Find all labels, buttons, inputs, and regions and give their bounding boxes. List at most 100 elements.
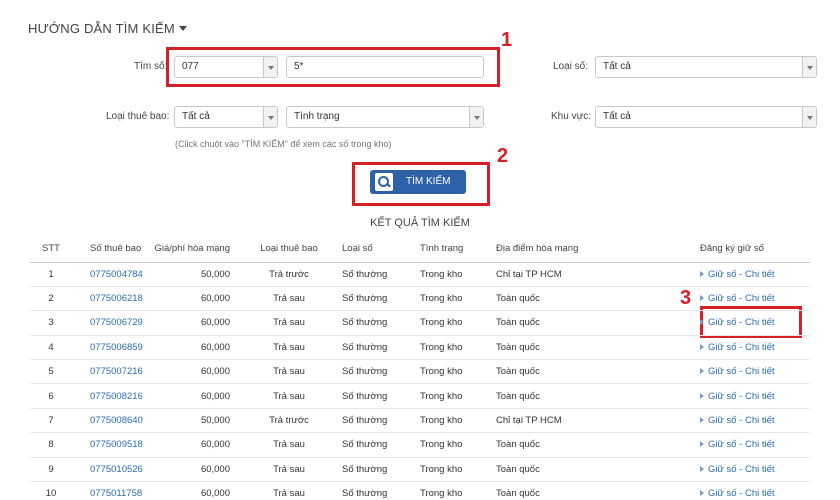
fee-cell: 60,000	[144, 432, 244, 458]
giu-so-chi-tiet-label: Giữ số - Chi tiết	[708, 317, 775, 329]
status-cell: Trong kho	[412, 286, 492, 312]
status-cell: Trong kho	[412, 335, 492, 361]
status-cell: Trong kho	[412, 310, 492, 336]
table-row: 9 0775010526 60,000 Trả sau Số thường Trong k…	[30, 457, 810, 483]
search-guide-toggle[interactable]: HƯỚNG DẪN TÌM KIẾM	[28, 21, 187, 36]
register-link: Giữ số - Chi tiết	[642, 262, 810, 287]
triangle-right-icon	[700, 417, 704, 424]
number-kind-cell: Số thường	[334, 457, 412, 483]
subscriber-type-cell: Trả sau	[244, 335, 334, 361]
triangle-right-icon	[700, 343, 704, 350]
phone-number-link[interactable]: 0775008640	[72, 408, 144, 434]
results-table: STT Số thuê bao Giá/phí hòa mạng Loại th…	[30, 236, 810, 500]
subscriber-type-cell: Trả sau	[244, 457, 334, 483]
khu-vuc-label: Khu vực:	[551, 111, 592, 122]
number-kind-cell: Số thường	[334, 481, 412, 500]
status-cell: Trong kho	[412, 457, 492, 483]
giu-so-chi-tiet-link[interactable]: Giữ số - Chi tiết	[700, 391, 775, 402]
triangle-right-icon	[700, 392, 704, 399]
status-cell: Trong kho	[412, 383, 492, 409]
giu-so-chi-tiet-link[interactable]: Giữ số - Chi tiết	[700, 269, 775, 280]
location-cell: Toàn quốc	[492, 481, 642, 500]
giu-so-chi-tiet-link[interactable]: Giữ số - Chi tiết	[700, 317, 775, 328]
annotation-box-1	[166, 47, 500, 87]
header-gia-phi: Giá/phí hòa mạng	[144, 236, 244, 263]
subscriber-type-cell: Trả sau	[244, 432, 334, 458]
fee-cell: 60,000	[144, 383, 244, 409]
subscriber-type-cell: Trả trước	[244, 408, 334, 434]
header-dang-ky: Đăng ký giữ số	[642, 236, 810, 263]
phone-number-link[interactable]: 0775009518	[72, 432, 144, 458]
giu-so-chi-tiet-link[interactable]: Giữ số - Chi tiết	[700, 464, 775, 475]
stt-cell: 1	[30, 262, 72, 287]
chevron-down-icon	[263, 107, 277, 127]
giu-so-chi-tiet-link[interactable]: Giữ số - Chi tiết	[700, 293, 775, 304]
subscriber-type-cell: Trả sau	[244, 481, 334, 500]
giu-so-chi-tiet-label: Giữ số - Chi tiết	[708, 341, 775, 353]
register-link: Giữ số - Chi tiết	[642, 481, 810, 500]
number-kind-cell: Số thường	[334, 286, 412, 312]
stt-cell: 4	[30, 335, 72, 361]
giu-so-chi-tiet-link[interactable]: Giữ số - Chi tiết	[700, 415, 775, 426]
table-row: 5 0775007216 60,000 Trả sau Số thường Trong k…	[30, 359, 810, 385]
table-row: 10 0775011758 60,000 Trả sau Số thường Trong …	[30, 481, 810, 500]
fee-cell: 50,000	[144, 408, 244, 434]
header-stt: STT	[30, 236, 72, 263]
loai-so-select[interactable]: Tất cả	[595, 56, 817, 78]
table-row: 3 0775006729 60,000 Trả sau Số thường Trong k…	[30, 310, 810, 336]
status-cell: Trong kho	[412, 432, 492, 458]
khu-vuc-value: Tất cả	[603, 111, 631, 122]
giu-so-chi-tiet-label: Giữ số - Chi tiết	[708, 488, 775, 500]
giu-so-chi-tiet-link[interactable]: Giữ số - Chi tiết	[700, 439, 775, 450]
phone-number-link[interactable]: 0775006218	[72, 286, 144, 312]
giu-so-chi-tiet-label: Giữ số - Chi tiết	[708, 268, 775, 280]
tinh-trang-select[interactable]: Tình trạng	[286, 106, 484, 128]
phone-number-link[interactable]: 0775011758	[72, 481, 144, 500]
number-kind-cell: Số thường	[334, 335, 412, 361]
table-header-row: STT Số thuê bao Giá/phí hòa mạng Loại th…	[30, 236, 810, 263]
status-cell: Trong kho	[412, 481, 492, 500]
header-dia-diem: Địa điểm hòa mạng	[492, 236, 642, 263]
location-cell: Toàn quốc	[492, 432, 642, 458]
number-kind-cell: Số thường	[334, 262, 412, 287]
number-kind-cell: Số thường	[334, 359, 412, 385]
results-title: KẾT QUẢ TÌM KIẾM	[370, 217, 470, 229]
fee-cell: 60,000	[144, 359, 244, 385]
giu-so-chi-tiet-link[interactable]: Giữ số - Chi tiết	[700, 366, 775, 377]
phone-number-link[interactable]: 0775004784	[72, 262, 144, 287]
register-link: Giữ số - Chi tiết	[642, 310, 810, 336]
subscriber-type-cell: Trả trước	[244, 262, 334, 287]
fee-cell: 60,000	[144, 457, 244, 483]
search-guide-label: HƯỚNG DẪN TÌM KIẾM	[28, 21, 175, 36]
giu-so-chi-tiet-label: Giữ số - Chi tiết	[708, 366, 775, 378]
triangle-right-icon	[700, 441, 704, 448]
phone-number-link[interactable]: 0775010526	[72, 457, 144, 483]
loai-so-value: Tất cả	[603, 61, 631, 72]
header-loai-so: Loại số	[334, 236, 412, 263]
phone-number-link[interactable]: 0775008216	[72, 383, 144, 409]
triangle-right-icon	[700, 465, 704, 472]
phone-number-link[interactable]: 0775006859	[72, 335, 144, 361]
location-cell: Toàn quốc	[492, 286, 642, 312]
location-cell: Chỉ tại TP HCM	[492, 408, 642, 434]
location-cell: Toàn quốc	[492, 383, 642, 409]
loai-thue-bao-select[interactable]: Tất cả	[174, 106, 278, 128]
loai-so-label: Loại số:	[553, 61, 589, 72]
triangle-right-icon	[700, 270, 704, 277]
subscriber-type-cell: Trả sau	[244, 359, 334, 385]
giu-so-chi-tiet-link[interactable]: Giữ số - Chi tiết	[700, 488, 775, 499]
phone-number-link[interactable]: 0775006729	[72, 310, 144, 336]
fee-cell: 60,000	[144, 310, 244, 336]
stt-cell: 6	[30, 383, 72, 409]
chevron-down-icon	[802, 107, 816, 127]
khu-vuc-select[interactable]: Tất cả	[595, 106, 817, 128]
annotation-number-1: 1	[501, 29, 513, 51]
subscriber-type-cell: Trả sau	[244, 286, 334, 312]
fee-cell: 60,000	[144, 481, 244, 500]
tim-so-label: Tìm số:	[134, 61, 168, 72]
phone-number-link[interactable]: 0775007216	[72, 359, 144, 385]
fee-cell: 60,000	[144, 286, 244, 312]
register-link: Giữ số - Chi tiết	[642, 335, 810, 361]
subscriber-type-cell: Trả sau	[244, 310, 334, 336]
giu-so-chi-tiet-link[interactable]: Giữ số - Chi tiết	[700, 342, 775, 353]
